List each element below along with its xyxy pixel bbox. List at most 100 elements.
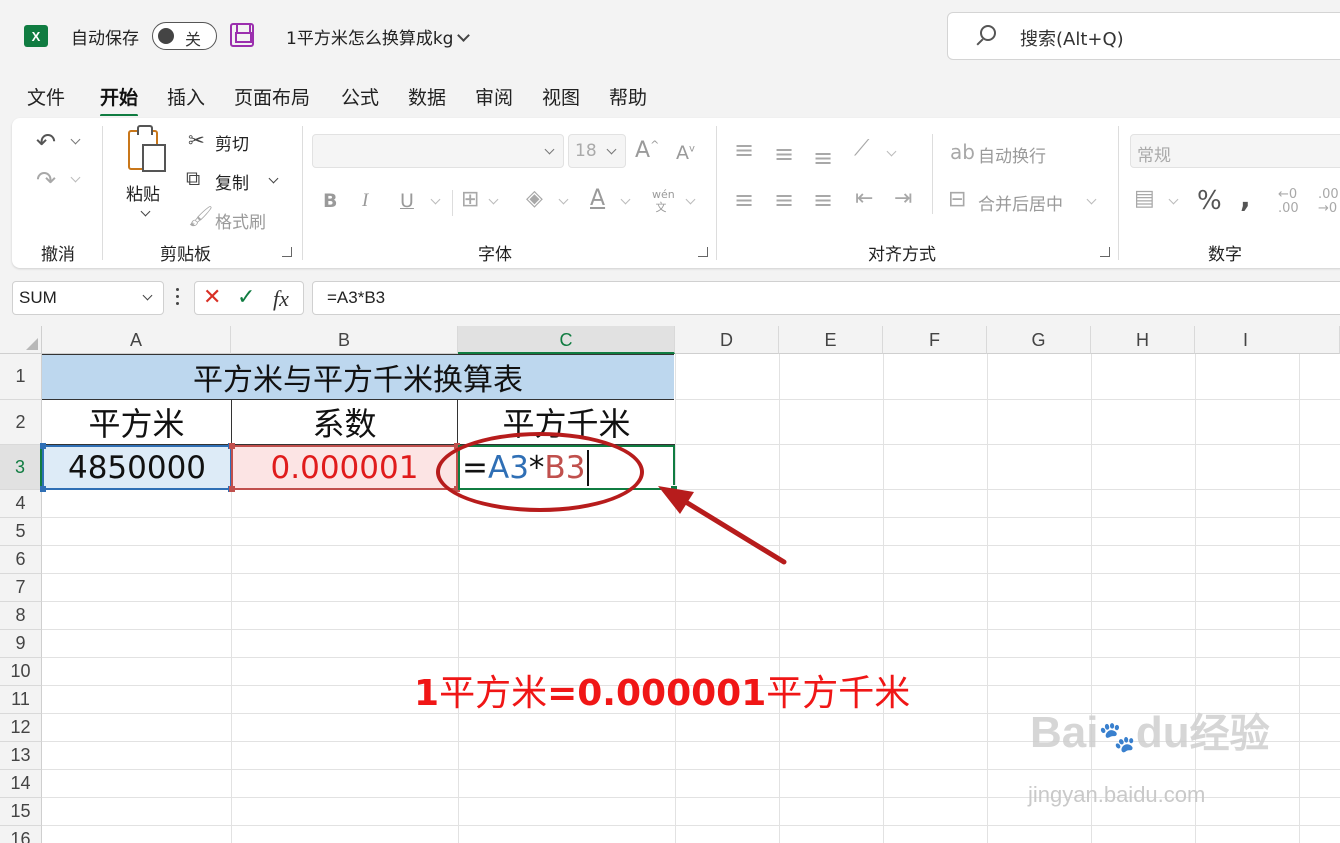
row-header-12[interactable]: 12 [0,714,42,742]
cell-a3[interactable]: 4850000 [40,443,234,492]
more-options-icon[interactable] [176,288,180,308]
align-bottom-icon[interactable]: ≡ [813,146,833,170]
column-header-g[interactable]: G [987,326,1091,354]
enter-icon[interactable]: ✓ [237,285,255,310]
copy-button[interactable]: 复制 [215,169,249,194]
cell-b2[interactable]: 系数 [232,400,458,445]
fill-handle[interactable] [670,485,678,493]
row-header-1[interactable]: 1 [0,354,42,400]
column-header-a[interactable]: A [42,326,231,354]
phonetic-icon[interactable]: wén 文 [652,188,675,214]
redo-dropdown-icon[interactable] [70,172,81,183]
cell-b3[interactable]: 0.000001 [229,443,460,492]
column-header-e[interactable]: E [779,326,883,354]
comma-style-icon[interactable]: , [1240,184,1251,212]
bold-button[interactable]: B [323,190,337,212]
alignment-launcher-icon[interactable] [1100,247,1110,257]
font-name-select[interactable] [312,134,564,168]
row-header-16[interactable]: 16 [0,826,42,843]
tab-file[interactable]: 文件 [27,83,65,110]
increase-indent-icon[interactable]: ⇥ [894,188,912,210]
tab-formulas[interactable]: 公式 [341,83,379,110]
clipboard-launcher-icon[interactable] [282,247,292,257]
border-icon[interactable]: ⊞ [461,189,479,211]
font-size-select[interactable]: 18 [568,134,626,168]
column-header-f[interactable]: F [883,326,987,354]
merge-dropdown-icon[interactable] [1086,194,1097,205]
wrap-text-icon[interactable]: ab [950,142,975,162]
merge-center-button[interactable]: 合并后居中 [978,190,1063,215]
row-header-14[interactable]: 14 [0,770,42,798]
row-header-15[interactable]: 15 [0,798,42,826]
row-header-7[interactable]: 7 [0,574,42,602]
worksheet-grid[interactable]: A B C D E F G H I 1 2 3 4 5 6 7 8 9 10 1… [0,326,1340,843]
align-middle-icon[interactable]: ≡ [774,142,794,166]
undo-icon[interactable]: ↶ [36,130,56,154]
phonetic-dropdown-icon[interactable] [685,194,696,205]
row-header-5[interactable]: 5 [0,518,42,546]
format-painter-icon[interactable]: 🖌 [188,206,213,226]
font-color-icon[interactable]: A [590,186,605,211]
cancel-icon[interactable]: ✕ [203,285,221,310]
orientation-icon[interactable]: ⟋ [854,138,869,160]
row-header-3[interactable]: 3 [0,445,42,490]
decrease-indent-icon[interactable]: ⇤ [855,188,873,210]
tab-data[interactable]: 数据 [408,83,446,110]
search-box[interactable]: 搜索(Alt+Q) [947,12,1340,60]
row-header-8[interactable]: 8 [0,602,42,630]
column-header-b[interactable]: B [231,326,458,354]
document-title[interactable]: 1平方米怎么换算成kg [286,24,471,49]
row-header-6[interactable]: 6 [0,546,42,574]
wrap-text-button[interactable]: 自动换行 [978,142,1046,167]
italic-button[interactable]: I [362,190,368,212]
column-header-h[interactable]: H [1091,326,1195,354]
fill-color-icon[interactable]: ◈ [526,188,543,210]
copy-dropdown-icon[interactable] [268,173,279,184]
shrink-font-button[interactable]: Av [676,142,695,164]
orientation-dropdown-icon[interactable] [886,146,897,157]
row-header-9[interactable]: 9 [0,630,42,658]
paste-icon[interactable] [128,125,166,172]
number-format-select[interactable]: 常规 [1130,134,1340,168]
undo-dropdown-icon[interactable] [70,134,81,145]
redo-icon[interactable]: ↷ [36,168,56,192]
cell-a1-merged-title[interactable]: 平方米与平方千米换算表 [42,354,674,400]
align-center-icon[interactable]: ≡ [774,188,794,212]
underline-dropdown-icon[interactable] [430,194,441,205]
font-color-dropdown-icon[interactable] [620,194,631,205]
align-left-icon[interactable]: ≡ [734,188,754,212]
font-launcher-icon[interactable] [698,247,708,257]
align-right-icon[interactable]: ≡ [813,188,833,212]
merge-center-icon[interactable]: ⊟ [948,189,966,211]
cell-a2[interactable]: 平方米 [42,400,232,445]
formula-input[interactable]: =A3*B3 [312,281,1340,315]
percent-button[interactable]: % [1197,186,1222,216]
format-painter-button[interactable]: 格式刷 [215,208,266,233]
row-header-2[interactable]: 2 [0,400,42,445]
row-header-10[interactable]: 10 [0,658,42,686]
column-header-c[interactable]: C [458,326,675,354]
fill-color-dropdown-icon[interactable] [558,194,569,205]
tab-insert[interactable]: 插入 [167,83,205,110]
grow-font-button[interactable]: A^ [635,138,659,163]
tab-page-layout[interactable]: 页面布局 [234,83,310,110]
underline-button[interactable]: U [400,190,414,212]
tab-review[interactable]: 审阅 [475,83,513,110]
row-header-4[interactable]: 4 [0,490,42,518]
save-icon[interactable] [230,23,254,47]
row-header-13[interactable]: 13 [0,742,42,770]
increase-decimal-icon[interactable]: ←0.00 [1278,188,1299,216]
name-box[interactable]: SUM [12,281,164,315]
column-header-i[interactable]: I [1195,326,1340,354]
align-top-icon[interactable]: ≡ [734,138,754,162]
scissors-icon[interactable]: ✂ [188,130,205,150]
tab-home[interactable]: 开始 [100,83,139,117]
accounting-dropdown-icon[interactable] [1168,194,1179,205]
autosave-toggle[interactable]: 关 [152,22,217,50]
decrease-decimal-icon[interactable]: .00 →0 [1318,188,1339,216]
cut-button[interactable]: 剪切 [215,130,249,155]
column-header-d[interactable]: D [675,326,779,354]
tab-view[interactable]: 视图 [542,83,580,110]
border-dropdown-icon[interactable] [488,194,499,205]
paste-dropdown-icon[interactable] [140,206,151,217]
